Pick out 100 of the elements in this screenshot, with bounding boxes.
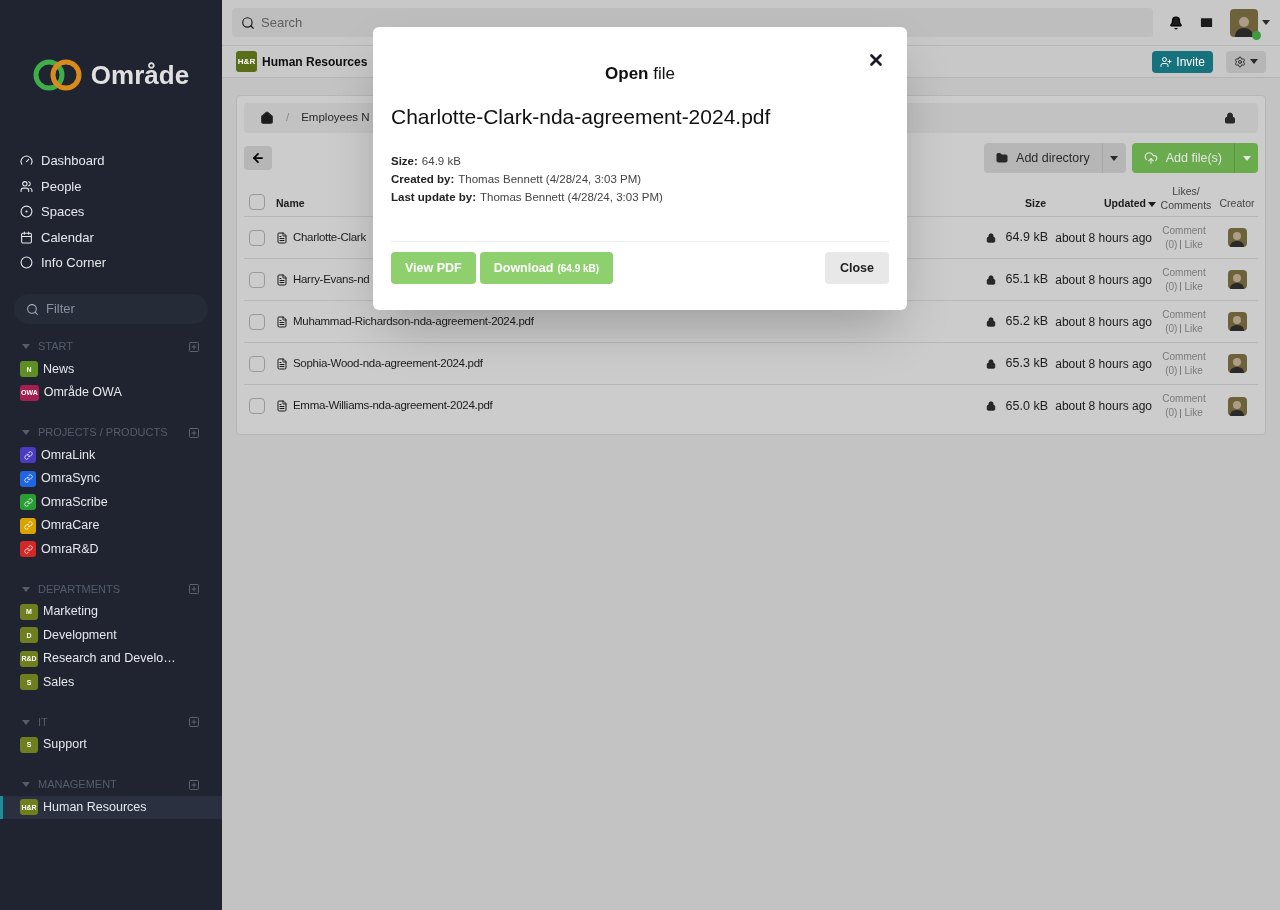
nav-item[interactable]: Calendar [0,224,222,250]
pdf-file-icon [276,273,288,286]
space-title: Human Resources [262,53,368,71]
home-icon[interactable] [260,111,274,125]
column-header[interactable]: Updated [1046,196,1156,212]
avatar[interactable] [1230,8,1258,37]
space-item[interactable]: OmraScribe [0,490,222,514]
file-size: 65.0 kB [1004,397,1048,415]
space-badge: H&R [236,51,257,72]
file-size: 64.9 kB [1004,229,1048,247]
creator-avatar [1227,270,1247,289]
detail-value: Thomas Bennett (4/28/24, 3:03 PM) [480,190,663,205]
space-item[interactable]: OmraLink [0,443,222,467]
select-all-checkbox[interactable] [249,194,265,210]
space-item[interactable]: OmraR&D [0,537,222,561]
section-title: IT [38,714,49,730]
pdf-file-icon [276,315,288,328]
logo-icon [32,59,83,91]
calendar-icon [20,230,33,244]
caret-icon [1110,155,1119,161]
bell-icon[interactable] [1169,15,1183,30]
creator-avatar [1227,312,1247,331]
filter-field[interactable]: Filter [14,293,208,324]
row-checkbox[interactable] [249,398,265,414]
pdf-file-icon [276,357,288,370]
caret-icon [22,586,30,592]
breadcrumb-link[interactable]: Employees N [301,109,370,127]
dialog-title: Open file [604,63,676,85]
gear-icon [1234,55,1246,68]
comment-count: (0) [1165,279,1178,294]
section-title: START [38,339,75,355]
caret-icon [1242,155,1251,161]
invite-button[interactable]: Invite [1152,50,1213,73]
file-name[interactable]: Muhammad-Richardson-nda-agreement-2024.pdf [293,312,534,331]
file-title: Charlotte-Clark-nda-agreement-2024.pdf [391,103,772,130]
comment-count: (0) [1165,321,1178,336]
people-icon [20,179,33,193]
folder-icon [996,152,1009,164]
file-size: 65.1 kB [1004,271,1048,289]
updated-time: about 8 hours ago [1054,355,1152,373]
add-user-icon [1160,55,1173,68]
detail-label: Last update by: [391,190,476,205]
nav-item[interactable]: People [0,173,222,199]
nav-item[interactable]: Dashboard [0,148,222,174]
creator-avatar [1227,354,1247,373]
row-checkbox[interactable] [249,355,265,372]
file-name[interactable]: Harry-Evans-nd [293,270,370,289]
row-checkbox[interactable] [249,229,265,246]
add-icon[interactable] [188,340,200,353]
detail-label: Created by: [391,172,455,187]
creator-avatar [1227,228,1247,247]
section-title: MANAGEMENT [38,777,118,793]
caret-icon [22,782,30,787]
comment-count: (0) [1165,406,1178,420]
file-name[interactable]: Charlotte-Clark [293,228,366,247]
updated-time: about 8 hours ago [1054,398,1152,415]
settings-button[interactable] [1226,50,1266,73]
row-checkbox[interactable] [249,271,265,288]
pdf-file-icon [276,400,288,412]
caret-icon [1250,59,1258,64]
space-item[interactable]: OmraCare [0,514,222,538]
section-title: PROJECTS / PRODUCTS [38,425,169,441]
file-name[interactable]: Emma-Williams-nda-agreement-2024.pdf [293,397,493,415]
info-icon [20,256,33,270]
updated-time: about 8 hours ago [1054,271,1152,289]
row-checkbox[interactable] [249,313,265,330]
detail-label: Size: [391,154,418,169]
add-icon[interactable] [188,778,200,791]
caret-icon [22,719,30,725]
comment-count: (0) [1165,363,1178,378]
add-directory-button[interactable]: Add directory [984,143,1102,173]
nav-item[interactable]: Spaces [0,199,222,225]
updated-time: about 8 hours ago [1054,229,1152,247]
nav-item[interactable]: Info Corner [0,250,222,276]
close-icon[interactable] [867,51,885,69]
detail-value: 64.9 kB [421,154,461,169]
file-name[interactable]: Sophia-Wood-nda-agreement-2024.pdf [293,354,483,373]
column-header[interactable]: Likes/ Comments [1156,184,1216,212]
column-header[interactable]: Size [996,196,1046,212]
add-icon[interactable] [188,583,200,595]
comment-count: (0) [1165,237,1178,252]
add-icon[interactable] [188,716,200,728]
section-title: DEPARTMENTS [38,581,122,597]
breadcrumb-separator: / [286,110,290,126]
back-button[interactable] [244,146,272,170]
close-button[interactable]: Close [824,252,889,284]
column-header[interactable]: Creator [1216,196,1258,212]
file-size: 65.3 kB [1004,355,1048,373]
add-icon[interactable] [188,426,200,439]
logo-text: Område [90,58,190,92]
space-item[interactable]: OmraSync [0,467,222,491]
dropdown-button[interactable] [1101,143,1126,173]
dashboard-icon [20,154,33,168]
detail-value: Thomas Bennett (4/28/24, 3:03 PM) [458,172,642,187]
caret-icon [1262,20,1270,25]
spaces-icon [20,205,33,219]
dropdown-button[interactable] [1234,143,1258,173]
creator-avatar [1227,396,1247,416]
cloud-upload-icon [1143,151,1158,165]
file-size: 65.2 kB [1004,313,1048,331]
